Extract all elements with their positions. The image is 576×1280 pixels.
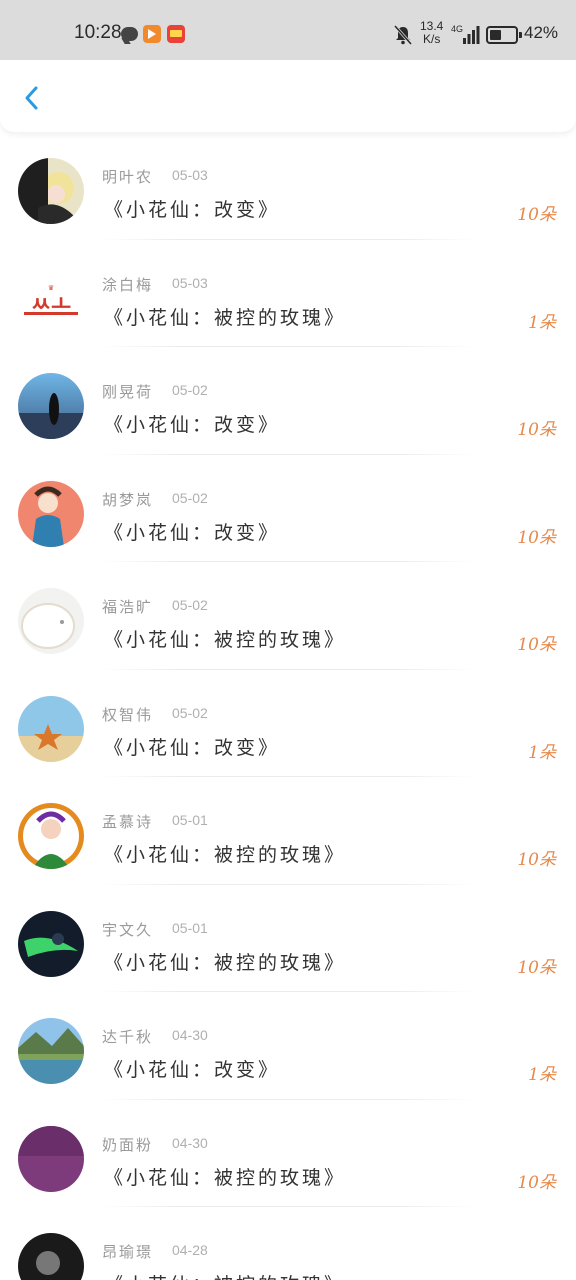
- sender-name: 达千秋: [102, 1028, 154, 1046]
- app-header: [0, 60, 576, 132]
- avatar[interactable]: [18, 588, 84, 654]
- list-item[interactable]: 达千秋 04-30 《小花仙：改变》 1朵: [0, 992, 576, 1100]
- gift-record-list: 明叶农 05-03 《小花仙：改变》 10朵 ♛ ㅆㅗ 涂白梅 05-03 《小花仙：被控的玫瑰…: [0, 132, 576, 1280]
- avatar[interactable]: [18, 1125, 84, 1192]
- book-title: 《小花仙：改变》: [104, 736, 281, 759]
- book-title: 《小花仙：改变》: [104, 1059, 281, 1081]
- book-title: 《小花仙：改变》: [104, 414, 281, 436]
- mute-bell-icon: [394, 25, 412, 45]
- avatar[interactable]: ♛ ㅆㅗ: [18, 265, 84, 332]
- speed-unit: K/s: [423, 32, 441, 46]
- sender-name: 胡梦岚: [102, 490, 154, 509]
- network-speed: 13.4 K/s: [420, 20, 443, 46]
- sender-name: 权智伟: [102, 705, 154, 724]
- flower-count: 10朵: [517, 420, 556, 440]
- video-app-icon: [143, 25, 161, 43]
- flower-count: 10朵: [517, 635, 556, 655]
- book-title: 《小花仙：被控的玫瑰》: [104, 1166, 347, 1189]
- avatar[interactable]: [18, 1233, 84, 1280]
- list-item[interactable]: 明叶农 05-03 《小花仙：改变》 10朵: [0, 132, 576, 240]
- sender-name: 福浩旷: [102, 598, 154, 616]
- avatar[interactable]: [18, 1018, 84, 1084]
- avatar[interactable]: [18, 373, 84, 439]
- book-title: 《小花仙：被控的玫瑰》: [104, 951, 347, 974]
- avatar[interactable]: [18, 695, 84, 762]
- shop-app-icon: [167, 25, 185, 43]
- send-date: 05-03: [172, 274, 208, 291]
- book-title: 《小花仙：改变》: [104, 199, 281, 221]
- send-date: 05-02: [172, 489, 208, 506]
- list-item[interactable]: ♛ ㅆㅗ 涂白梅 05-03 《小花仙：被控的玫瑰》 1朵: [0, 240, 576, 347]
- sender-name: 昂瑜璟: [102, 1243, 154, 1261]
- sender-name: 宇文久: [102, 920, 154, 939]
- book-title: 《小花仙：被控的玫瑰》: [104, 629, 347, 651]
- avatar[interactable]: [18, 480, 84, 547]
- sender-name: 涂白梅: [102, 275, 154, 294]
- avatar[interactable]: [18, 158, 84, 224]
- book-title: 《小花仙：被控的玫瑰》: [104, 844, 347, 866]
- sender-name: 孟慕诗: [102, 813, 154, 831]
- list-item[interactable]: 福浩旷 05-02 《小花仙：被控的玫瑰》 10朵: [0, 562, 576, 670]
- svg-text:♛: ♛: [48, 284, 54, 292]
- list-item[interactable]: 奶面粉 04-30 《小花仙：被控的玫瑰》 10朵: [0, 1100, 576, 1207]
- send-date: 05-03: [172, 167, 208, 183]
- flower-count: 10朵: [517, 850, 556, 870]
- sender-name: 明叶农: [102, 168, 154, 186]
- flower-count: 10朵: [517, 205, 556, 225]
- flower-count: 1朵: [528, 1065, 556, 1085]
- battery-percent: 42%: [524, 23, 559, 42]
- send-date: 05-02: [172, 704, 208, 721]
- status-time: 10:28: [74, 22, 122, 43]
- flower-count: 1朵: [528, 312, 556, 333]
- list-item[interactable]: 权智伟 05-02 《小花仙：改变》 1朵: [0, 670, 576, 777]
- book-title: 《小花仙：改变》: [104, 521, 281, 544]
- signal-icon: [463, 26, 480, 44]
- flower-count: 10朵: [517, 1275, 556, 1280]
- send-date: 05-01: [172, 812, 208, 828]
- send-date: 04-30: [172, 1134, 208, 1151]
- send-date: 05-02: [172, 382, 208, 398]
- list-item[interactable]: 昂瑜璟 04-28 《小花仙：被控的玫瑰》 10朵: [0, 1207, 576, 1280]
- send-date: 05-02: [172, 597, 208, 613]
- flower-count: 10朵: [517, 527, 556, 548]
- sender-name: 奶面粉: [102, 1135, 154, 1154]
- list-item[interactable]: 胡梦岚 05-02 《小花仙：改变》 10朵: [0, 455, 576, 562]
- list-item[interactable]: 刚晃荷 05-02 《小花仙：改变》 10朵: [0, 347, 576, 455]
- book-title: 《小花仙：被控的玫瑰》: [104, 1270, 346, 1280]
- battery-fill: [490, 30, 501, 40]
- sender-name: 刚晃荷: [102, 383, 154, 401]
- send-date: 05-01: [172, 919, 208, 936]
- back-button[interactable]: [16, 80, 48, 116]
- flower-count: 1朵: [528, 742, 556, 763]
- flower-count: 10朵: [517, 1172, 556, 1193]
- battery-icon: [486, 26, 522, 44]
- send-date: 04-30: [172, 1027, 208, 1043]
- chat-icon: [121, 27, 138, 41]
- status-bar: 10:28 13.4 K/s 4G 42%: [0, 0, 576, 60]
- send-date: 04-28: [172, 1242, 208, 1258]
- avatar[interactable]: [18, 803, 84, 869]
- flower-count: 10朵: [517, 957, 556, 978]
- list-item[interactable]: 宇文久 05-01 《小花仙：被控的玫瑰》 10朵: [0, 885, 576, 992]
- avatar[interactable]: [18, 910, 84, 977]
- list-item[interactable]: 孟慕诗 05-01 《小花仙：被控的玫瑰》 10朵: [0, 777, 576, 885]
- chevron-left-icon: [25, 86, 38, 110]
- book-title: 《小花仙：被控的玫瑰》: [104, 306, 347, 329]
